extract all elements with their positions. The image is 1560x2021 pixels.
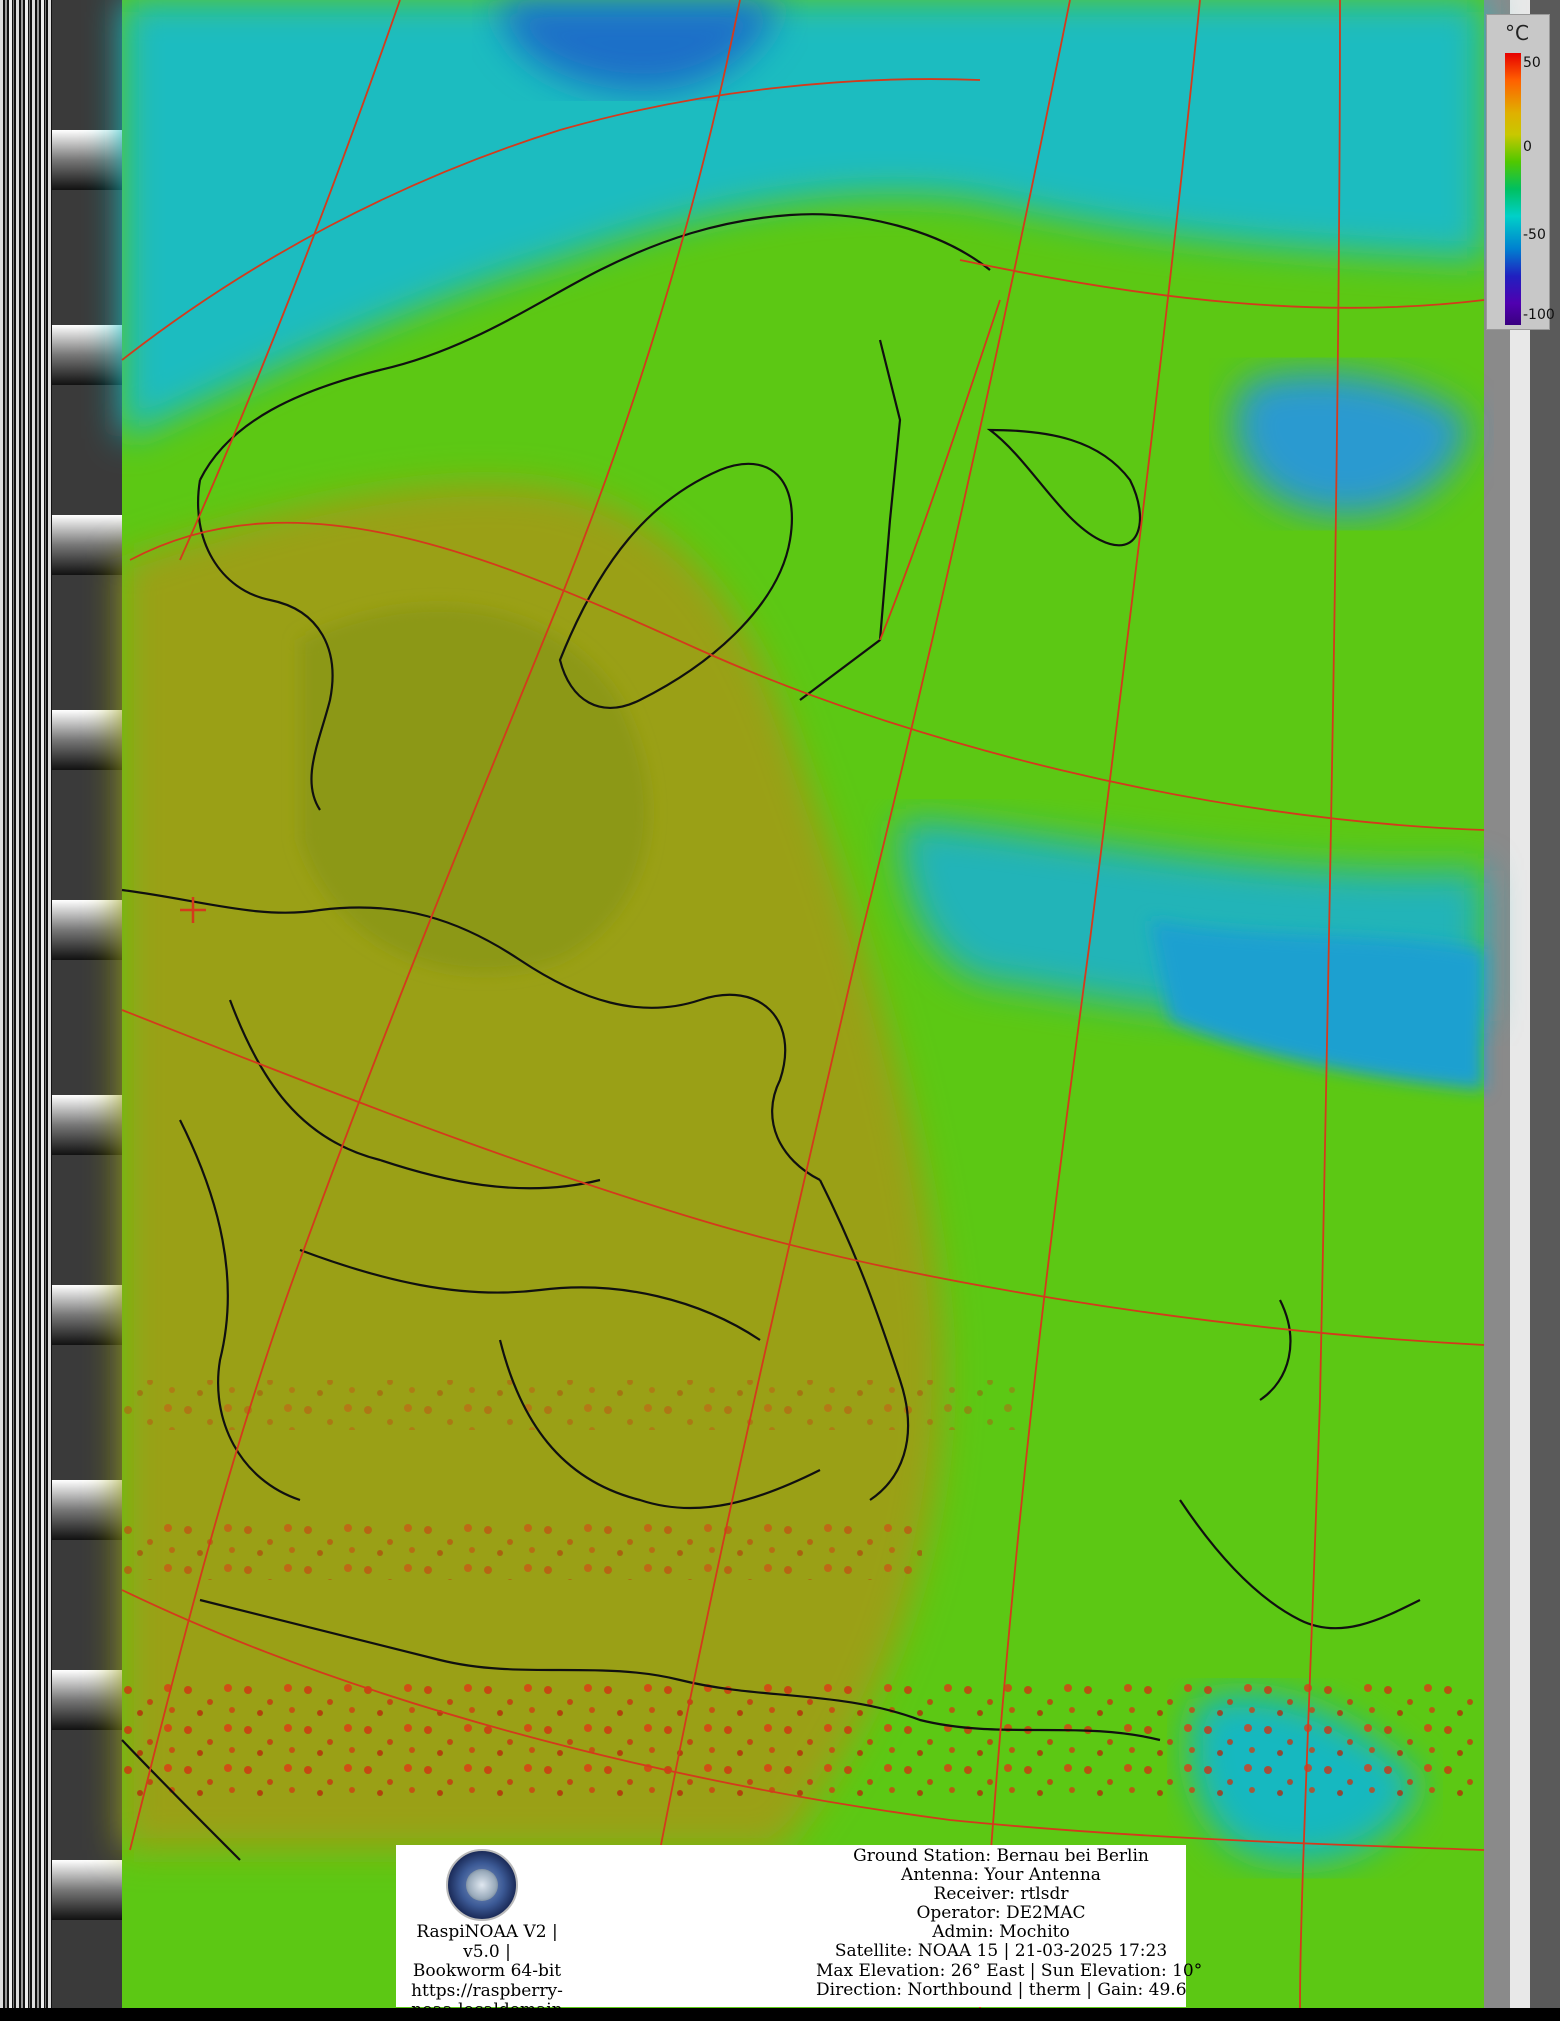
thermal-field	[122, 0, 1484, 2008]
legend-unit: °C	[1505, 21, 1529, 45]
info-line: https://raspberry-	[411, 1980, 563, 2001]
info-line: RaspiNOAA V2 | v5.0 |	[416, 1922, 558, 1962]
info-panel: RaspiNOAA V2 | v5.0 | Bookworm 64-bit ht…	[396, 1845, 1203, 2020]
info-line: noaa.localdomain	[411, 2000, 563, 2020]
info-line: Direction: Northbound | therm | Gain: 49…	[816, 1979, 1187, 2000]
legend-tick: 0	[1523, 139, 1532, 155]
legend-tick: -100	[1523, 307, 1555, 323]
info-line: Satellite: NOAA 15 | 21-03-2025 17:23	[834, 1941, 1168, 1962]
info-line: Operator: DE2MAC	[916, 1903, 1086, 1924]
temperature-legend: °C 50 0 -50 -100	[1486, 14, 1555, 330]
info-line: Receiver: rtlsdr	[933, 1884, 1069, 1905]
info-line: Admin: Mochito	[932, 1922, 1070, 1943]
software-info: RaspiNOAA V2 | v5.0 | Bookworm 64-bit ht…	[396, 1922, 578, 2021]
map-canvas	[0, 0, 1560, 2008]
legend-color-bar	[1505, 53, 1521, 325]
station-logo-icon	[446, 1849, 518, 1921]
info-line: Max Elevation: 26° East | Sun Elevation:…	[816, 1960, 1203, 1981]
info-line: Ground Station: Bernau bei Berlin	[853, 1846, 1149, 1866]
legend-tick: -50	[1523, 227, 1546, 243]
pass-info: Ground Station: Bernau bei Berlin Antenn…	[816, 1846, 1203, 2000]
info-line: Bookworm 64-bit	[412, 1961, 562, 1981]
telemetry-strip-left	[0, 0, 52, 2008]
noaa-satellite-image: °C 50 0 -50 -100 RaspiNOAA V2 | v5.0 | B…	[0, 0, 1560, 2020]
info-line: Antenna: Your Antenna	[901, 1865, 1101, 1886]
legend-tick: 50	[1523, 55, 1541, 71]
